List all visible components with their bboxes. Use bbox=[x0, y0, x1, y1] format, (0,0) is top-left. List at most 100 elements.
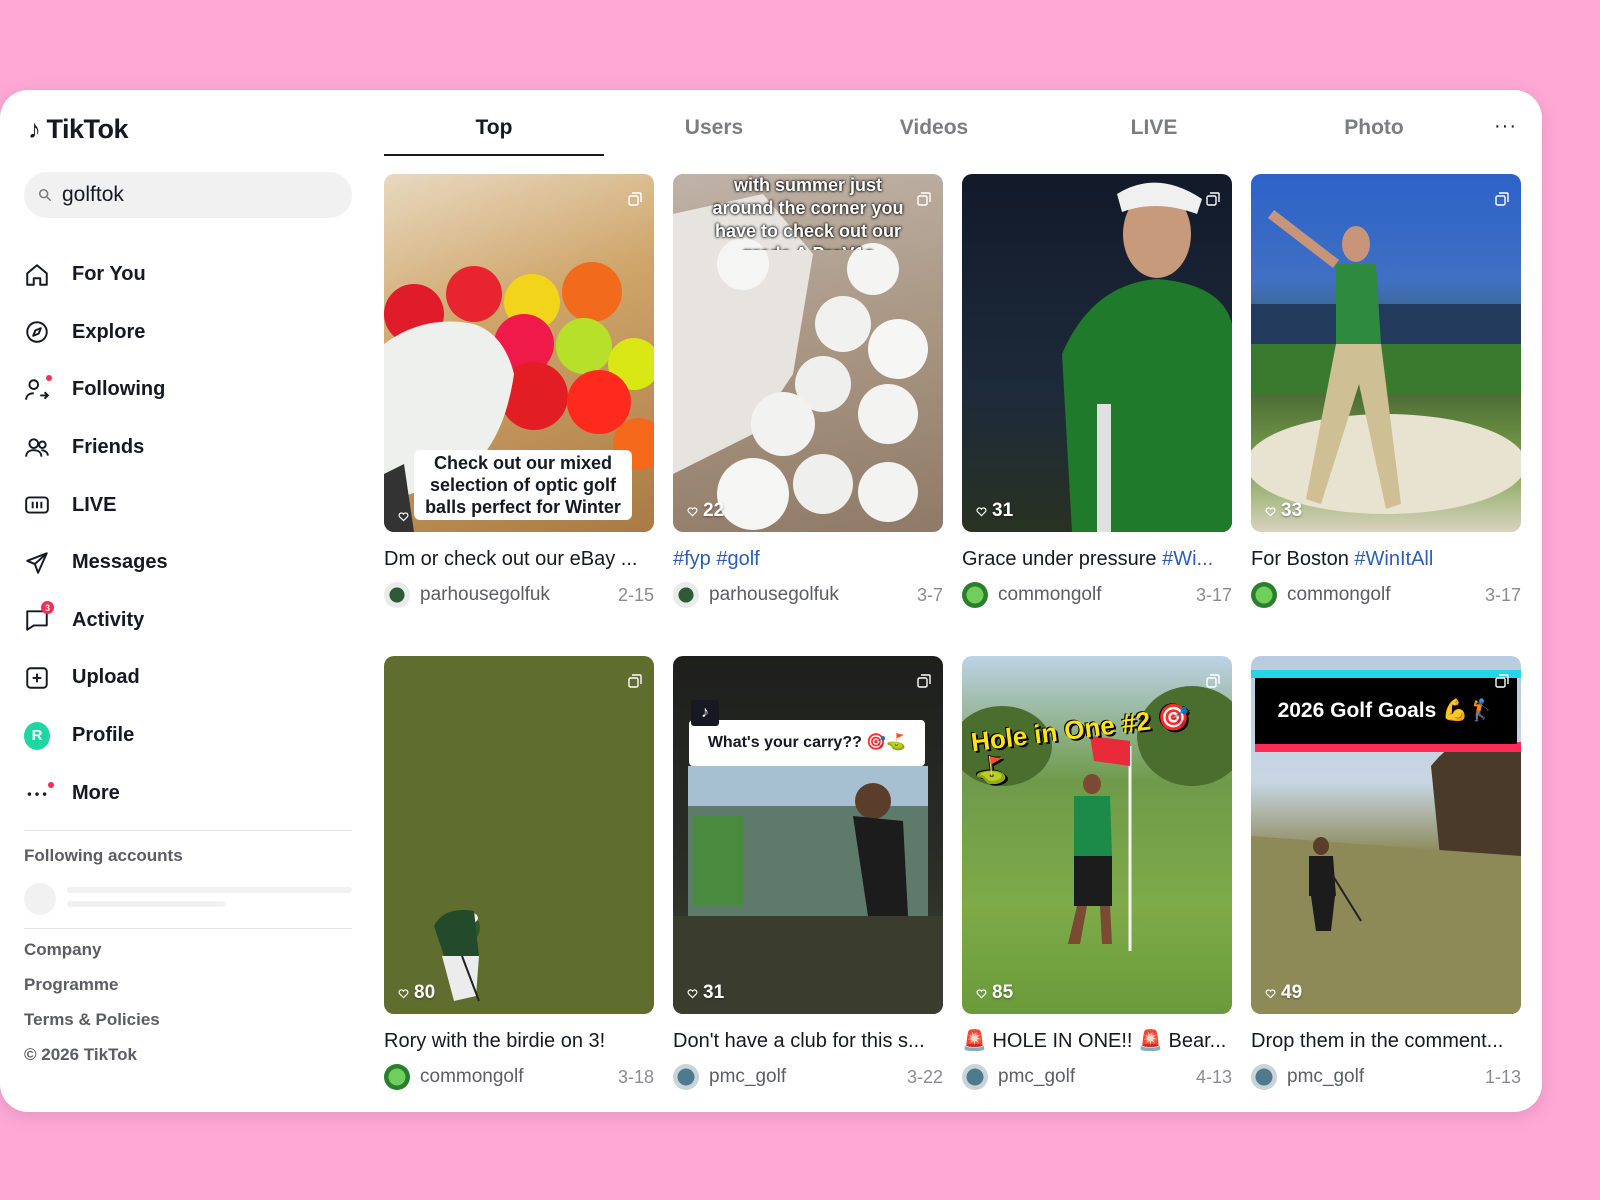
footer-link-company[interactable]: Company bbox=[24, 932, 160, 967]
sidebar-item-friends[interactable]: Friends bbox=[24, 419, 352, 477]
video-card[interactable]: with summer just around the corner you h… bbox=[673, 174, 943, 608]
sidebar-item-live[interactable]: LIVE bbox=[24, 476, 352, 534]
video-username[interactable]: parhousegolfuk bbox=[420, 584, 618, 606]
video-caption[interactable]: Drop them in the comment... bbox=[1251, 1028, 1521, 1054]
sidebar-item-messages[interactable]: Messages bbox=[24, 534, 352, 592]
sidebar-item-more[interactable]: More bbox=[24, 764, 352, 822]
video-thumbnail[interactable]: Hole in One #2 🎯⛳ 85 bbox=[962, 656, 1232, 1014]
like-count bbox=[398, 511, 414, 522]
user-avatar[interactable] bbox=[1251, 1064, 1277, 1090]
sidebar-item-following[interactable]: Following bbox=[24, 361, 352, 419]
video-username[interactable]: pmc_golf bbox=[709, 1066, 907, 1088]
video-username[interactable]: pmc_golf bbox=[1287, 1066, 1485, 1088]
multi-photo-icon bbox=[1495, 674, 1509, 688]
search-input[interactable] bbox=[62, 183, 322, 207]
tab-top[interactable]: Top bbox=[384, 108, 604, 156]
sidebar-item-activity[interactable]: 3 Activity bbox=[24, 592, 352, 650]
send-icon bbox=[24, 550, 50, 576]
video-card[interactable]: Hole in One #2 🎯⛳ 85 🚨 HOLE IN ONE!! 🚨 B… bbox=[962, 656, 1232, 1090]
search-icon bbox=[38, 188, 52, 202]
user-avatar[interactable] bbox=[673, 582, 699, 608]
sidebar-item-explore[interactable]: Explore bbox=[24, 304, 352, 362]
sidebar-item-label: Upload bbox=[72, 666, 140, 689]
compass-icon bbox=[24, 319, 50, 345]
following-skeleton-line bbox=[67, 901, 225, 907]
video-card[interactable]: 31 Grace under pressure #Wi... commongol… bbox=[962, 174, 1232, 608]
video-thumbnail[interactable]: What's your carry?? 🎯⛳ ♪ 31 bbox=[673, 656, 943, 1014]
divider bbox=[24, 928, 352, 929]
video-meta: commongolf 3-17 bbox=[1251, 582, 1521, 608]
video-username[interactable]: commongolf bbox=[420, 1066, 618, 1088]
video-username[interactable]: parhousegolfuk bbox=[709, 584, 917, 606]
video-caption[interactable]: Dm or check out our eBay ... bbox=[384, 546, 654, 572]
video-date: 4-13 bbox=[1195, 1066, 1232, 1087]
video-caption[interactable]: For Boston #WinItAll bbox=[1251, 546, 1521, 572]
tab-videos[interactable]: Videos bbox=[824, 108, 1044, 152]
video-username[interactable]: commongolf bbox=[1287, 584, 1485, 606]
tiktok-note-icon: ♪ bbox=[28, 113, 41, 144]
user-avatar[interactable] bbox=[1251, 582, 1277, 608]
heart-icon bbox=[1265, 506, 1276, 516]
tab-users[interactable]: Users bbox=[604, 108, 824, 152]
video-card[interactable]: 80 Rory with the birdie on 3! commongolf… bbox=[384, 656, 654, 1090]
notification-dot bbox=[46, 374, 52, 381]
video-card[interactable]: Check out our mixed selection of optic g… bbox=[384, 174, 654, 608]
heart-icon bbox=[398, 512, 409, 522]
video-thumbnail[interactable]: Check out our mixed selection of optic g… bbox=[384, 174, 654, 532]
video-thumbnail[interactable]: with summer just around the corner you h… bbox=[673, 174, 943, 532]
video-card[interactable]: 2026 Golf Goals 💪🏌 49 Drop them in the c… bbox=[1251, 656, 1521, 1090]
video-overlay-text: 2026 Golf Goals 💪🏌 bbox=[1255, 678, 1517, 744]
divider bbox=[24, 830, 352, 831]
footer-link-terms[interactable]: Terms & Policies bbox=[24, 1002, 160, 1037]
activity-badge: 3 bbox=[41, 601, 54, 615]
video-date: 3-17 bbox=[1195, 584, 1232, 605]
like-count: 33 bbox=[1265, 500, 1302, 522]
user-avatar[interactable] bbox=[384, 582, 410, 608]
heart-icon bbox=[687, 506, 698, 516]
sidebar: ♪ TikTok For You Explore Following Frien… bbox=[24, 90, 352, 1112]
like-count: 49 bbox=[1265, 982, 1302, 1004]
tab-photo[interactable]: Photo bbox=[1264, 108, 1484, 152]
heart-icon bbox=[1265, 988, 1276, 998]
video-caption[interactable]: Don't have a club for this s... bbox=[673, 1028, 943, 1054]
tabs-more-button[interactable]: ··· bbox=[1494, 108, 1517, 144]
video-thumbnail[interactable]: 2026 Golf Goals 💪🏌 49 bbox=[1251, 656, 1521, 1014]
video-caption[interactable]: Rory with the birdie on 3! bbox=[384, 1028, 654, 1054]
video-username[interactable]: pmc_golf bbox=[998, 1066, 1196, 1088]
tab-live[interactable]: LIVE bbox=[1044, 108, 1264, 152]
multi-photo-icon bbox=[628, 192, 642, 206]
video-caption[interactable]: #fyp #golf bbox=[673, 546, 943, 572]
golfer-image bbox=[1251, 210, 1521, 514]
video-caption[interactable]: Grace under pressure #Wi... bbox=[962, 546, 1232, 572]
footer-link-programme[interactable]: Programme bbox=[24, 967, 160, 1002]
sidebar-item-label: Friends bbox=[72, 436, 145, 459]
user-avatar[interactable] bbox=[384, 1064, 410, 1090]
video-thumbnail[interactable]: 33 bbox=[1251, 174, 1521, 532]
multi-photo-icon bbox=[1206, 192, 1220, 206]
user-avatar[interactable] bbox=[673, 1064, 699, 1090]
video-card[interactable]: What's your carry?? 🎯⛳ ♪ 31 Don't have a… bbox=[673, 656, 943, 1090]
tiktok-window: ♪ TikTok For You Explore Following Frien… bbox=[0, 90, 1542, 1112]
video-thumbnail[interactable]: 80 bbox=[384, 656, 654, 1014]
video-thumbnail[interactable]: 31 bbox=[962, 174, 1232, 532]
sidebar-item-profile[interactable]: R Profile bbox=[24, 707, 352, 765]
sidebar-item-upload[interactable]: Upload bbox=[24, 649, 352, 707]
video-card[interactable]: 33 For Boston #WinItAll commongolf 3-17 bbox=[1251, 174, 1521, 608]
user-avatar[interactable] bbox=[962, 1064, 988, 1090]
tiktok-logo[interactable]: ♪ TikTok bbox=[28, 112, 129, 146]
sidebar-nav: For You Explore Following Friends LIVE M… bbox=[24, 246, 352, 822]
user-avatar[interactable] bbox=[962, 582, 988, 608]
hashtag-link[interactable]: #WinItAll bbox=[1354, 548, 1433, 570]
video-overlay-text: What's your carry?? 🎯⛳ bbox=[689, 720, 925, 766]
video-caption[interactable]: 🚨 HOLE IN ONE!! 🚨 Bear... bbox=[962, 1028, 1232, 1054]
friends-icon bbox=[24, 435, 50, 461]
video-username[interactable]: commongolf bbox=[998, 584, 1196, 606]
search-bar[interactable] bbox=[24, 172, 352, 218]
video-meta: pmc_golf 4-13 bbox=[962, 1064, 1232, 1090]
sidebar-item-for-you[interactable]: For You bbox=[24, 246, 352, 304]
hashtag-link[interactable]: #fyp #golf bbox=[673, 548, 760, 570]
following-accounts-title: Following accounts bbox=[24, 846, 183, 865]
hashtag-link[interactable]: #Wi... bbox=[1162, 548, 1213, 570]
video-grid: Check out our mixed selection of optic g… bbox=[384, 174, 1524, 1090]
golfer-image bbox=[1062, 182, 1232, 532]
